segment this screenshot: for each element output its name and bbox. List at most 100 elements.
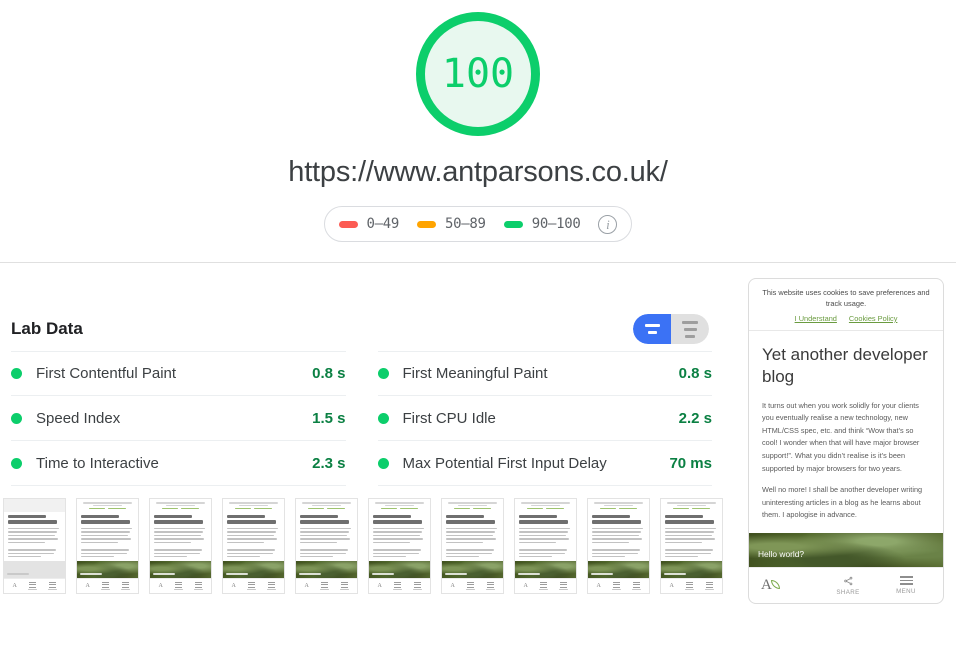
three-bars-icon xyxy=(682,320,698,324)
frame-share-icon xyxy=(319,581,329,591)
cookie-banner-links: I Understand Cookies Policy xyxy=(759,314,933,323)
filmstrip-frame[interactable]: A xyxy=(295,498,358,594)
preview-paragraph: Well no more! I shall be another develop… xyxy=(762,485,923,520)
frame-body xyxy=(515,526,576,561)
frame-heading xyxy=(296,512,357,526)
preview-hero-caption: Hello world? xyxy=(758,549,805,559)
frame-footer: A xyxy=(77,578,138,593)
frame-logo-icon: A xyxy=(450,583,455,589)
toggle-compact-view-button[interactable] xyxy=(633,314,671,344)
frame-heading xyxy=(223,512,284,526)
cookie-policy-link[interactable]: Cookies Policy xyxy=(849,314,897,323)
filmstrip-frame[interactable]: A xyxy=(3,498,66,594)
frame-hero-image xyxy=(515,561,576,578)
frame-hero-image xyxy=(77,561,138,578)
frame-menu-icon xyxy=(266,581,276,591)
frame-body xyxy=(661,526,722,561)
frame-cookie-bar xyxy=(515,499,576,512)
filmstrip-frame[interactable]: A xyxy=(222,498,285,594)
pagespeed-report: 100 https://www.antparsons.co.uk/ 0–49 5… xyxy=(0,0,956,660)
frame-logo-icon: A xyxy=(669,583,674,589)
share-icon xyxy=(843,576,852,585)
frame-cookie-bar xyxy=(369,499,430,512)
frame-logo-icon: A xyxy=(377,583,382,589)
lab-data-metrics: First Contentful Paint 0.8 s Speed Index… xyxy=(0,351,723,486)
table-row[interactable]: Max Potential First Input Delay 70 ms xyxy=(377,441,712,486)
filmstrip-frame[interactable]: A xyxy=(660,498,723,594)
frame-footer: A xyxy=(442,578,503,593)
frame-body xyxy=(150,526,211,561)
frame-heading xyxy=(77,512,138,526)
filmstrip-frame[interactable]: A xyxy=(149,498,212,594)
preview-footer: A SHARE MENU xyxy=(749,567,943,603)
cookie-accept-link[interactable]: I Understand xyxy=(795,314,837,323)
frame-hero-image xyxy=(661,561,722,578)
score-swatch-red-icon xyxy=(338,220,358,228)
status-dot-icon xyxy=(377,412,389,424)
frame-heading xyxy=(150,512,211,526)
frame-body xyxy=(369,526,430,561)
table-row[interactable]: First CPU Idle 2.2 s xyxy=(377,396,712,441)
filmstrip-frame[interactable]: A xyxy=(587,498,650,594)
frame-menu-icon xyxy=(47,581,57,591)
metric-name: First Meaningful Paint xyxy=(402,365,548,382)
frame-body xyxy=(296,526,357,561)
preview-menu-button[interactable]: MENU xyxy=(877,576,935,595)
filmstrip-frame[interactable]: A xyxy=(76,498,139,594)
score-gauge: 100 xyxy=(416,12,540,136)
frame-cookie-bar xyxy=(4,499,65,512)
legend-item-orange: 50–89 xyxy=(417,216,486,232)
preview-body: It turns out when you work solidly for y… xyxy=(749,389,943,533)
frame-logo-icon: A xyxy=(596,583,601,589)
filmstrip-frame[interactable]: A xyxy=(368,498,431,594)
frame-menu-icon xyxy=(120,581,130,591)
report-header: 100 https://www.antparsons.co.uk/ 0–49 5… xyxy=(0,0,956,263)
hamburger-menu-icon xyxy=(899,576,913,585)
frame-logo-icon: A xyxy=(231,583,236,589)
frame-share-icon xyxy=(392,581,402,591)
metric-value: 2.3 s xyxy=(312,454,346,472)
frame-body xyxy=(4,526,65,561)
frame-hero-image xyxy=(4,561,65,578)
two-bars-icon xyxy=(644,324,660,327)
frame-share-icon xyxy=(538,581,548,591)
frame-cookie-bar xyxy=(296,499,357,512)
preview-logo[interactable]: A xyxy=(757,578,819,593)
preview-share-button[interactable]: SHARE xyxy=(819,576,877,596)
frame-share-icon xyxy=(27,581,37,591)
frame-cookie-bar xyxy=(588,499,649,512)
frame-footer: A xyxy=(661,578,722,593)
frame-cookie-bar xyxy=(442,499,503,512)
leaf-icon xyxy=(770,579,780,589)
toggle-list-view-button[interactable] xyxy=(671,314,709,344)
frame-footer: A xyxy=(588,578,649,593)
table-row[interactable]: First Meaningful Paint 0.8 s xyxy=(377,351,712,396)
frame-body xyxy=(223,526,284,561)
frame-menu-icon xyxy=(412,581,422,591)
legend-item-red: 0–49 xyxy=(338,216,399,232)
filmstrip-frame[interactable]: A xyxy=(441,498,504,594)
table-row[interactable]: First Contentful Paint 0.8 s xyxy=(11,351,346,396)
frame-menu-icon xyxy=(704,581,714,591)
frame-menu-icon xyxy=(558,581,568,591)
frame-heading xyxy=(515,512,576,526)
frame-footer: A xyxy=(369,578,430,593)
filmstrip-frame[interactable]: A xyxy=(514,498,577,594)
table-row[interactable]: Speed Index 1.5 s xyxy=(11,396,346,441)
frame-body xyxy=(77,526,138,561)
score-value: 100 xyxy=(441,51,515,97)
metrics-column-left: First Contentful Paint 0.8 s Speed Index… xyxy=(11,351,346,486)
info-icon[interactable]: i xyxy=(598,214,618,234)
frame-footer: A xyxy=(296,578,357,593)
frame-share-icon xyxy=(246,581,256,591)
view-toggle-group[interactable] xyxy=(633,314,709,344)
frame-cookie-bar xyxy=(661,499,722,512)
lab-data-header: Lab Data xyxy=(0,307,723,351)
frame-heading xyxy=(4,512,65,526)
frame-cookie-bar xyxy=(77,499,138,512)
frame-hero-image xyxy=(223,561,284,578)
frame-hero-image xyxy=(296,561,357,578)
cookie-banner-text: This website uses cookies to save prefer… xyxy=(762,288,930,309)
table-row[interactable]: Time to Interactive 2.3 s xyxy=(11,441,346,486)
status-dot-icon xyxy=(377,457,389,469)
